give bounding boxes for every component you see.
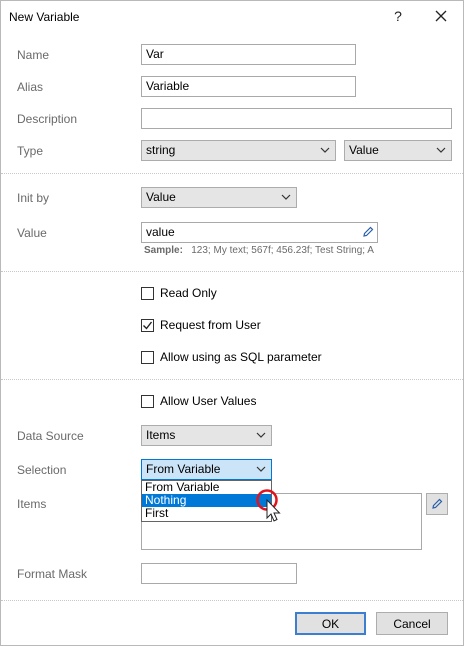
items-label: Items [17,497,47,511]
close-icon [435,10,447,22]
selection-option-first[interactable]: First [142,507,271,520]
selection-dropdown: From Variable Nothing First [141,480,272,522]
selection-value: From Variable [146,462,221,476]
new-variable-dialog: New Variable ? Name Var Alias Variable D… [0,0,464,646]
value-sample: Sample: 123; My text; 567f; 456.23f; Tes… [144,245,374,256]
close-button[interactable] [429,5,453,27]
separator [1,271,463,272]
chevron-down-icon [436,141,446,166]
allow-sql-label: Allow using as SQL parameter [160,350,322,364]
name-label: Name [17,48,50,62]
type-select-value: string [146,143,176,157]
window-title: New Variable [9,10,80,24]
value-label: Value [17,226,47,240]
mouse-cursor [255,488,289,525]
pencil-icon[interactable] [361,225,375,242]
help-button[interactable]: ? [386,5,410,27]
request-from-user-label: Request from User [160,318,261,332]
sample-text: 123; My text; 567f; 456.23f; Test String… [191,245,374,256]
allow-sql-checkbox[interactable] [141,351,154,364]
separator [1,379,463,380]
edit-items-button[interactable] [426,493,448,515]
init-by-value: Value [146,190,176,204]
init-by-select[interactable]: Value [141,187,297,208]
value-input[interactable]: value [141,222,378,243]
read-only-checkbox[interactable] [141,287,154,300]
alias-label: Alias [17,80,44,94]
chevron-down-icon [320,141,330,166]
request-from-user-checkbox[interactable] [141,319,154,332]
data-source-select[interactable]: Items [141,425,272,446]
separator [1,173,463,174]
value-input-text: value [146,225,175,239]
cancel-button[interactable]: Cancel [376,612,448,635]
checkmark-icon [143,321,153,330]
type-kind-value: Value [349,143,379,157]
ok-button[interactable]: OK [295,612,366,635]
format-mask-label: Format Mask [17,567,88,581]
read-only-label: Read Only [160,286,217,300]
description-input[interactable] [141,108,452,129]
description-label: Description [17,112,78,126]
allow-user-values-checkbox[interactable] [141,395,154,408]
init-by-label: Init by [17,191,50,205]
alias-input[interactable]: Variable [141,76,356,97]
data-source-label: Data Source [17,429,84,443]
data-source-value: Items [146,428,176,442]
sample-label: Sample: [144,245,183,256]
type-label: Type [17,144,44,158]
chevron-down-icon [256,426,266,451]
selection-label: Selection [17,463,67,477]
name-input[interactable]: Var [141,44,356,65]
separator [1,600,463,601]
type-kind-select[interactable]: Value [344,140,452,161]
chevron-down-icon [281,188,291,213]
pencil-icon [432,498,443,509]
selection-select[interactable]: From Variable [141,459,272,480]
allow-user-values-label: Allow User Values [160,394,257,408]
format-mask-input[interactable] [141,563,297,584]
type-select[interactable]: string [141,140,336,161]
